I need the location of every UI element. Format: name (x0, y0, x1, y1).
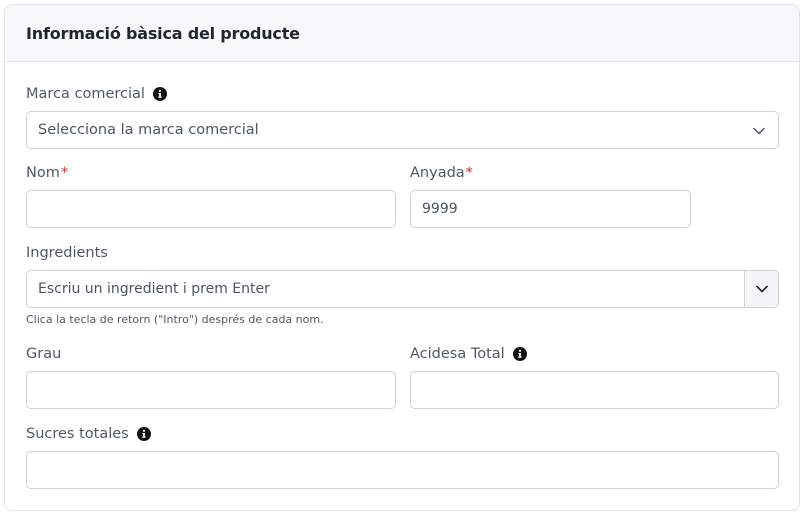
name-field[interactable] (26, 190, 396, 228)
info-circle-icon[interactable] (136, 427, 151, 441)
card-header: Informació bàsica del producte (5, 5, 799, 62)
sugars-label: Sucres totales (26, 426, 129, 442)
acidity-label-row: Acidesa Total (410, 346, 527, 362)
vintage-label-row: Anyada * (410, 165, 473, 181)
brand-select[interactable]: Selecciona la marca comercial (26, 111, 779, 149)
required-mark: * (60, 165, 69, 181)
degree-label: Grau (26, 346, 62, 362)
vintage-input[interactable] (422, 191, 690, 227)
acidity-input[interactable] (422, 372, 778, 408)
required-mark: * (465, 165, 473, 181)
degree-input[interactable] (38, 372, 395, 408)
name-label-row: Nom * (26, 165, 68, 181)
name-label: Nom (26, 165, 60, 181)
brand-select-placeholder: Selecciona la marca comercial (38, 122, 259, 138)
brand-label-row: Marca comercial (26, 86, 167, 102)
info-circle-icon[interactable] (512, 347, 527, 361)
chevron-down-icon (756, 285, 768, 293)
ingredients-field[interactable] (26, 270, 779, 308)
brand-label: Marca comercial (26, 86, 145, 102)
info-circle-icon[interactable] (152, 87, 167, 101)
vintage-label: Anyada (410, 165, 465, 181)
ingredients-label: Ingredients (26, 245, 108, 261)
sugars-label-row: Sucres totales (26, 426, 151, 442)
acidity-field[interactable] (410, 371, 779, 409)
ingredients-dropdown-button[interactable] (744, 271, 778, 307)
chevron-down-icon (753, 127, 765, 135)
ingredients-label-row: Ingredients (26, 245, 108, 261)
card-title: Informació bàsica del producte (26, 24, 300, 43)
ingredients-input[interactable] (38, 271, 778, 307)
name-input[interactable] (38, 191, 395, 227)
sugars-field[interactable] (26, 451, 779, 489)
ingredients-help-text: Clica la tecla de retorn ("Intro") despr… (26, 313, 324, 326)
degree-field[interactable] (26, 371, 396, 409)
vintage-field[interactable] (410, 190, 691, 228)
sugars-input[interactable] (38, 452, 778, 488)
degree-label-row: Grau (26, 346, 61, 362)
acidity-label: Acidesa Total (410, 346, 505, 362)
